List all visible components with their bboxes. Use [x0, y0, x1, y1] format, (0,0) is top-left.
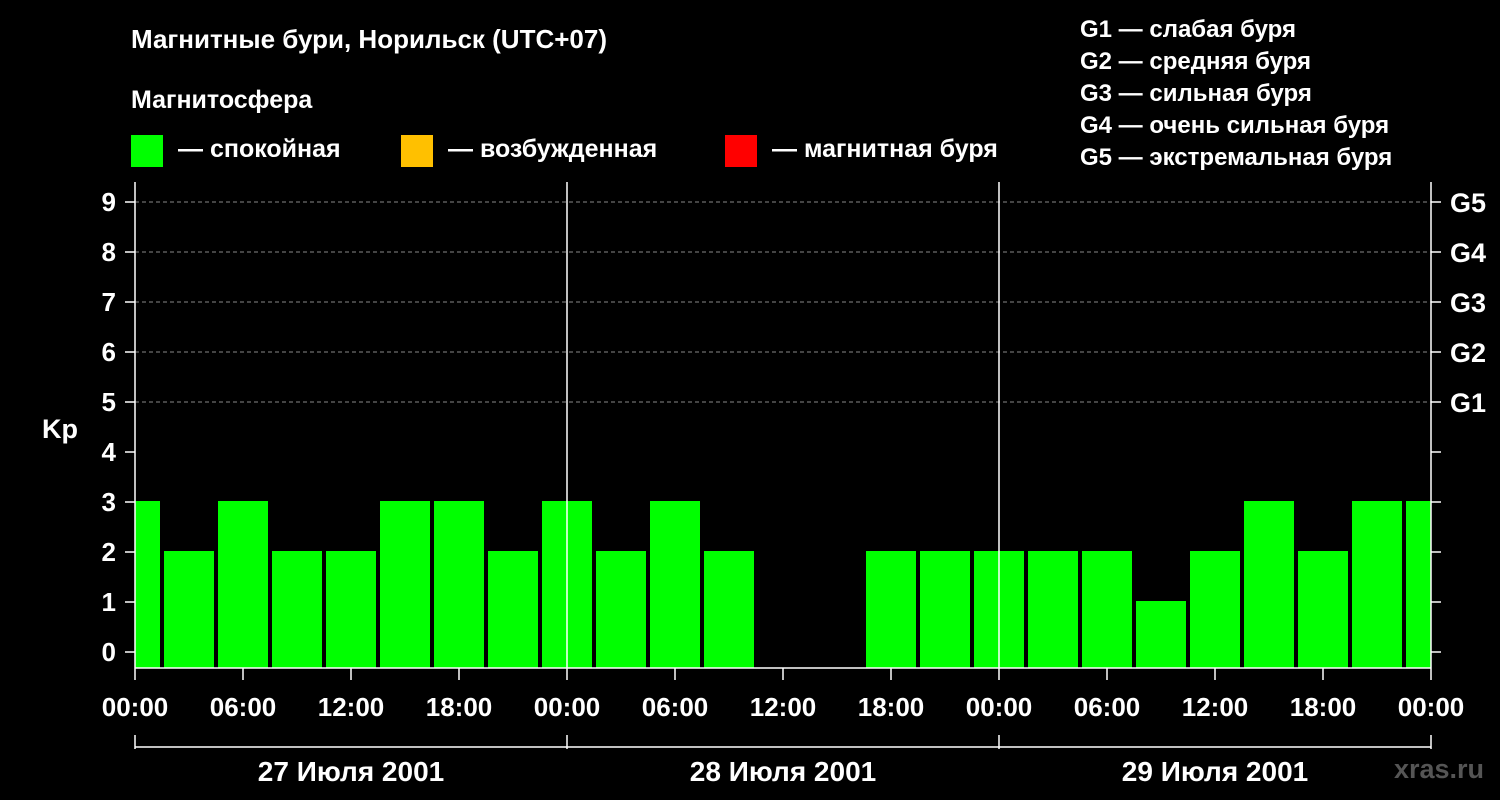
y-tick-label: 5 — [102, 387, 116, 417]
kp-bar — [272, 551, 322, 668]
kp-bar-chart: 0 1 2 3 4 5 6 7 8 9 Kp G1 G2 G3 G4 G5 00:00 06:00 12:00 18:… — [42, 182, 1486, 787]
kp-bar — [1190, 551, 1240, 668]
x-tick-label: 18:00 — [1290, 692, 1357, 722]
kp-bar — [1352, 501, 1402, 668]
kp-bar — [650, 501, 700, 668]
y-tick-label: 3 — [102, 487, 116, 517]
kp-bar — [1406, 501, 1431, 668]
kp-bar — [866, 551, 916, 668]
x-tick-label: 12:00 — [1182, 692, 1249, 722]
x-tick-label: 06:00 — [642, 692, 709, 722]
kp-bar — [326, 551, 376, 668]
kp-bar — [135, 501, 160, 668]
g-level-label: G4 — [1450, 238, 1486, 268]
g-level-label: G3 — [1450, 288, 1486, 318]
kp-bar — [596, 551, 646, 668]
kp-bar — [1244, 501, 1294, 668]
y-tick-label: 6 — [102, 337, 116, 367]
kp-bar — [1028, 551, 1078, 668]
y-tick-label: 8 — [102, 237, 116, 267]
x-tick-label: 00:00 — [1398, 692, 1465, 722]
x-tick-label: 00:00 — [102, 692, 169, 722]
x-tick-label: 18:00 — [858, 692, 925, 722]
kp-bar — [704, 551, 754, 668]
kp-bar — [488, 551, 538, 668]
x-tick-label: 00:00 — [534, 692, 601, 722]
y-tick-label: 7 — [102, 287, 116, 317]
g-level-label: G5 — [1450, 188, 1486, 218]
watermark: xras.ru — [1393, 754, 1484, 784]
kp-bar — [1082, 551, 1132, 668]
kp-bar — [920, 551, 970, 668]
x-tick-label: 12:00 — [318, 692, 385, 722]
day-label: 27 Июля 2001 — [258, 756, 444, 787]
kp-bar — [218, 501, 268, 668]
kp-bar — [434, 501, 484, 668]
x-tick-label: 12:00 — [750, 692, 817, 722]
x-tick-label: 00:00 — [966, 692, 1033, 722]
x-tick-label: 18:00 — [426, 692, 493, 722]
y-tick-label: 2 — [102, 537, 116, 567]
y-tick-label: 0 — [102, 637, 116, 667]
y-axis-title: Kp — [42, 414, 78, 444]
y-tick-label: 9 — [102, 187, 116, 217]
kp-bar — [1298, 551, 1348, 668]
kp-bar — [164, 551, 214, 668]
y-tick-label: 4 — [102, 437, 117, 467]
kp-bar — [380, 501, 430, 668]
day-label: 28 Июля 2001 — [690, 756, 876, 787]
kp-bar — [1136, 601, 1186, 668]
g-level-label: G1 — [1450, 388, 1486, 418]
x-tick-label: 06:00 — [1074, 692, 1141, 722]
y-tick-label: 1 — [102, 587, 116, 617]
g-level-label: G2 — [1450, 338, 1486, 368]
day-label: 29 Июля 2001 — [1122, 756, 1308, 787]
x-tick-label: 06:00 — [210, 692, 277, 722]
